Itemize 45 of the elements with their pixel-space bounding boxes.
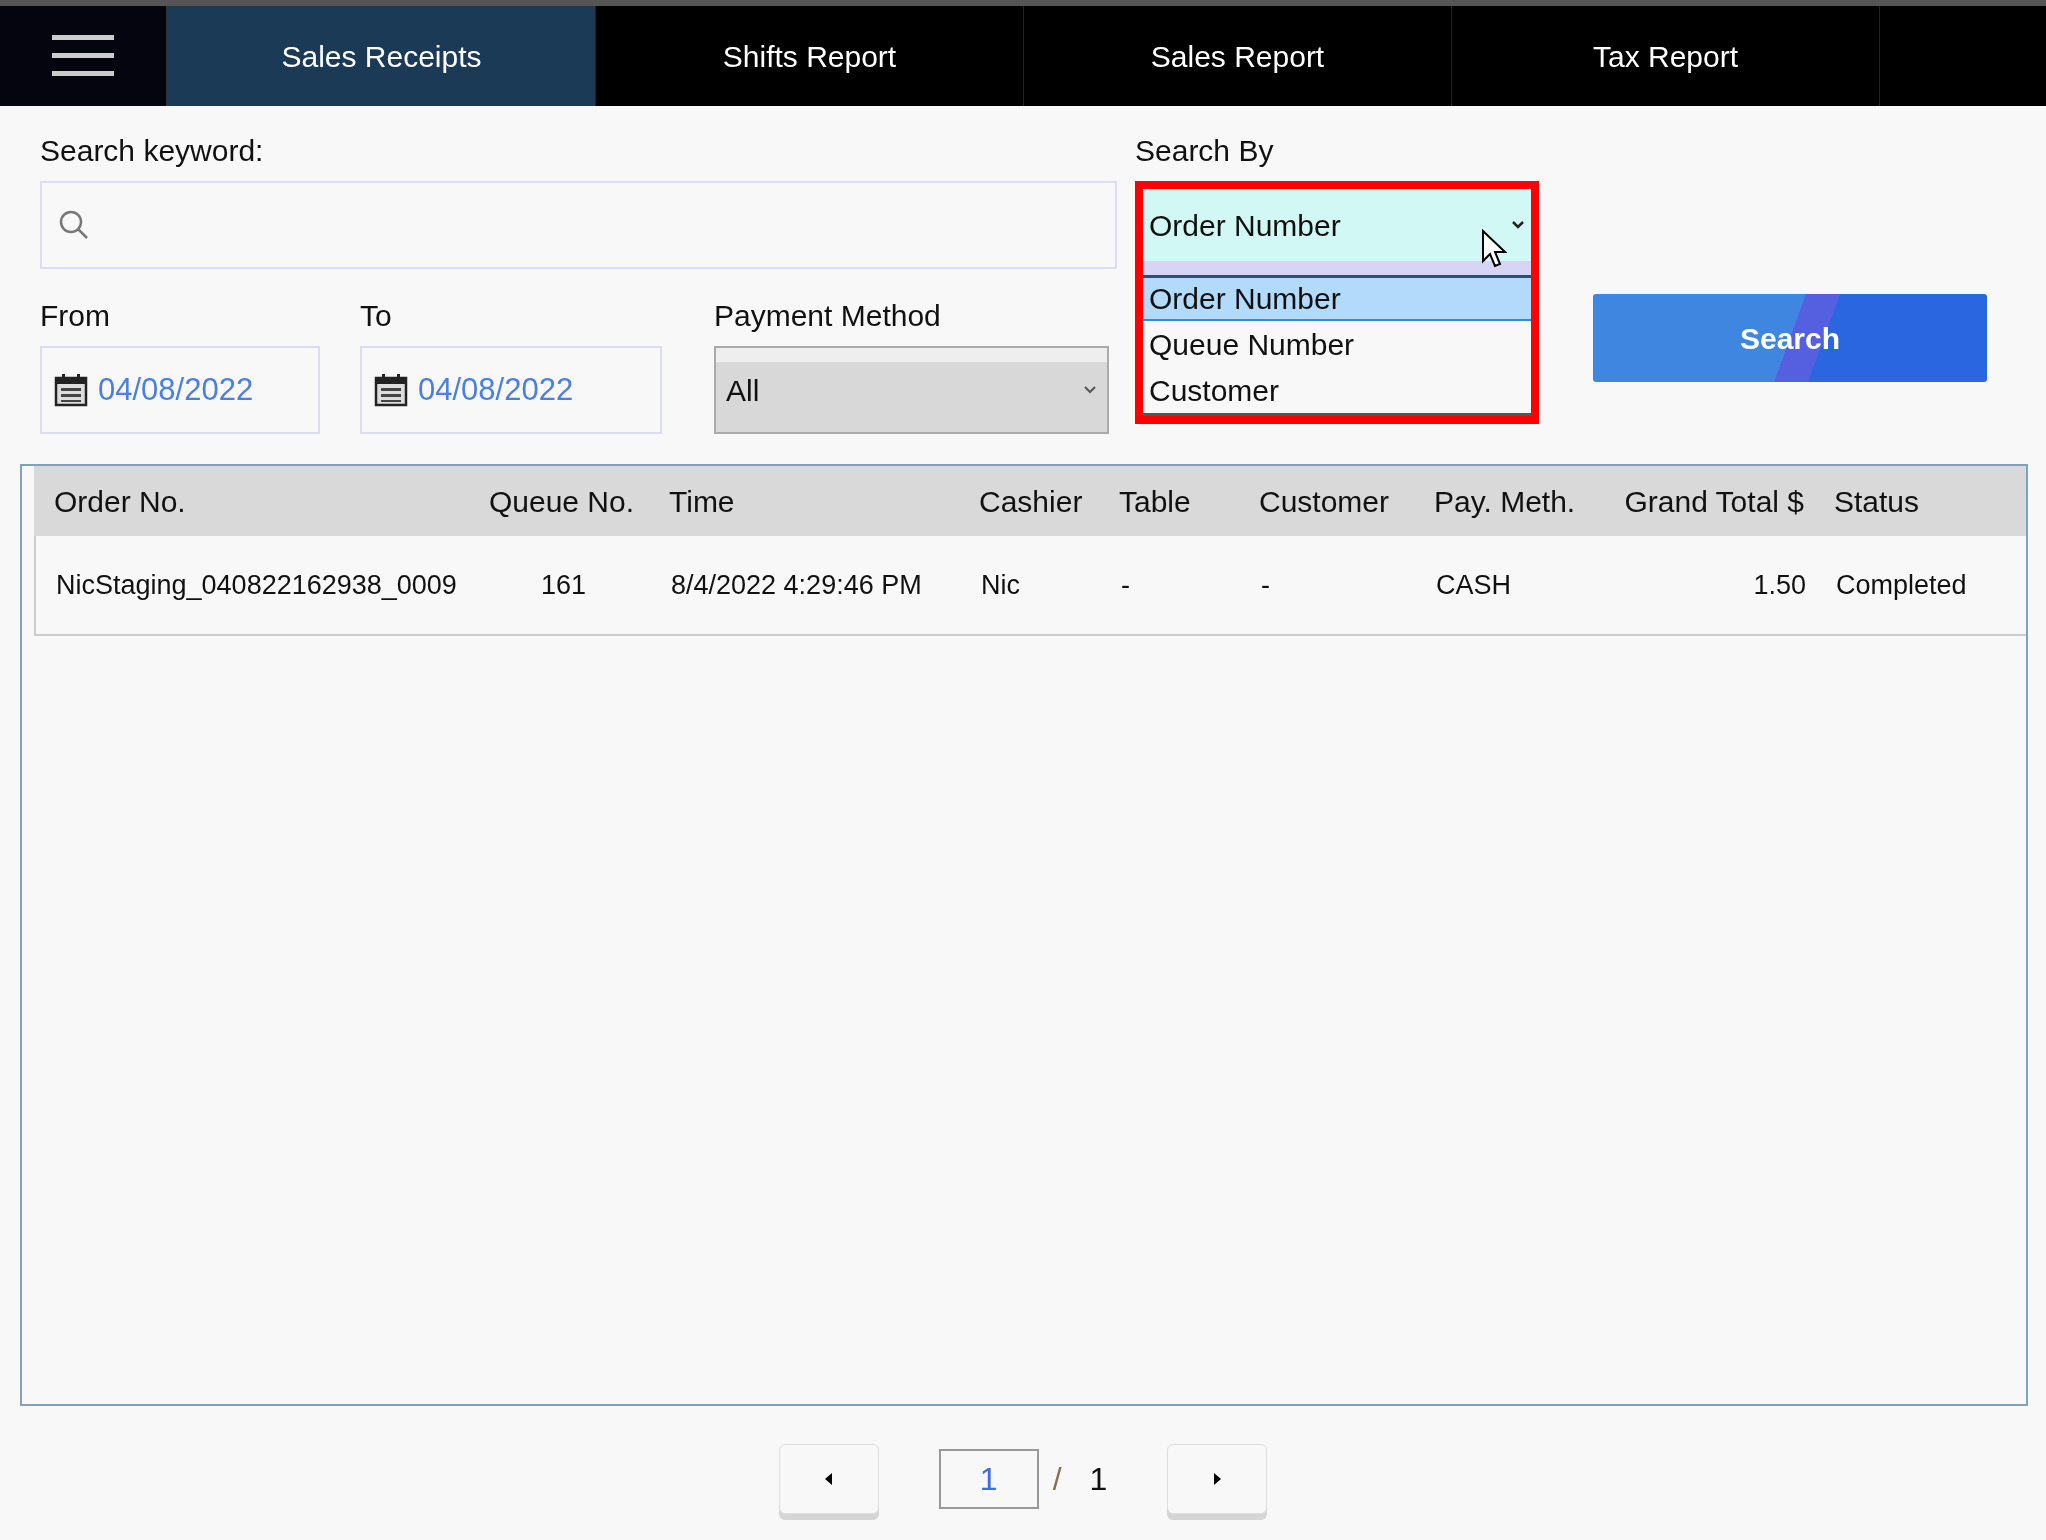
caret-icon — [1511, 220, 1525, 230]
field-label: Search keyword: — [40, 133, 265, 169]
field-label: Payment Method — [714, 298, 942, 334]
payment-dropdown[interactable]: All — [714, 346, 1109, 434]
column-header: Customer — [1259, 483, 1391, 520]
table-cell-text: 161 — [539, 568, 588, 602]
page-input[interactable]: 1 — [938, 1449, 1039, 1509]
search-by-dropdown[interactable]: Order Number — [1143, 189, 1531, 275]
field-label: From — [40, 298, 111, 334]
search-icon — [58, 209, 90, 241]
cursor-icon — [1481, 229, 1507, 269]
calendar-icon — [54, 373, 88, 407]
page-total: 1 — [1089, 1460, 1108, 1499]
search-button[interactable]: Search — [1593, 294, 1987, 382]
caret-icon — [1083, 385, 1097, 395]
column-header: Time — [668, 483, 736, 520]
column-header: Table — [1119, 483, 1192, 520]
table-cell-text: NicStaging_040822162938_0009 — [55, 568, 458, 602]
field-label: Search By — [1135, 133, 1275, 169]
page-separator: / — [1052, 1460, 1062, 1499]
search-field[interactable] — [40, 181, 1117, 269]
column-header: Queue No. — [487, 483, 636, 520]
table-cell-text: - — [1261, 568, 1271, 602]
menu-icon[interactable] — [52, 35, 114, 77]
table-cell-text: 1.50 — [1752, 568, 1807, 602]
nav-tab[interactable]: Sales Receipts — [168, 6, 596, 106]
date-field[interactable]: 04/08/2022 — [40, 346, 320, 434]
field-label: To — [360, 298, 393, 334]
table-cell-text: CASH — [1436, 568, 1512, 602]
table-cell-text: Nic — [981, 568, 1021, 602]
dropdown-option[interactable]: Queue Number — [1143, 321, 1531, 367]
table-cell-text: - — [1121, 568, 1131, 602]
date-field[interactable]: 04/08/2022 — [360, 346, 662, 434]
table-cell-text: 8/4/2022 4:29:46 PM — [670, 568, 923, 602]
column-header: Pay. Meth. — [1434, 483, 1577, 520]
dropdown-option[interactable]: Customer — [1143, 367, 1531, 413]
column-header: Status — [1834, 483, 1921, 520]
table-cell-text: Completed — [1836, 568, 1968, 602]
calendar-icon — [374, 373, 408, 407]
column-header: Grand Total $ — [1623, 483, 1805, 520]
column-header: Cashier — [979, 483, 1084, 520]
left-triangle-icon — [824, 1473, 833, 1485]
column-header: Order No. — [53, 483, 187, 520]
right-triangle-icon — [1213, 1473, 1222, 1485]
dropdown-option[interactable]: Order Number — [1143, 275, 1531, 321]
